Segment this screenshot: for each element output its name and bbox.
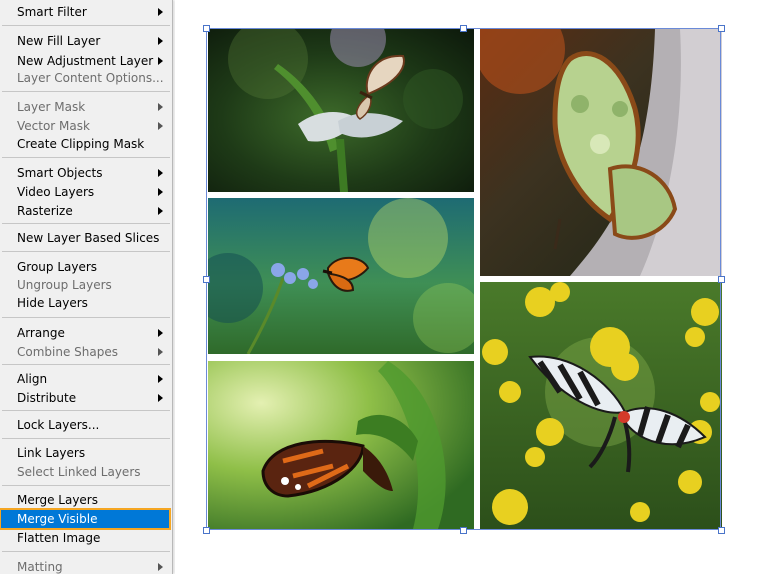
menu-separator [2,551,170,552]
menu-item-new-adjustment-layer[interactable]: New Adjustment Layer [0,52,172,70]
submenu-arrow-icon [158,394,163,402]
menu-separator [2,364,170,365]
orange-butterfly-blue-flowers-photo[interactable] [208,198,474,354]
transform-handle-middle-left[interactable] [203,276,210,283]
menu-separator [2,410,170,411]
submenu-arrow-icon [158,348,163,356]
menu-item-flatten-image[interactable]: Flatten Image [0,529,172,547]
menu-item-link-layers[interactable]: Link Layers [0,444,172,462]
menu-item-vector-mask[interactable]: Vector Mask [0,117,172,135]
menu-item-layer-content-options[interactable]: Layer Content Options... [0,69,172,87]
zebra-swallowtail-butterfly-photo[interactable] [480,282,722,529]
menu-item-ungroup-layers[interactable]: Ungroup Layers [0,276,172,294]
submenu-arrow-icon [158,122,163,130]
transform-handle-top-center[interactable] [460,25,467,32]
menu-item-matting[interactable]: Matting [0,558,172,574]
menu-item-create-clipping-mask[interactable]: Create Clipping Mask [0,135,172,153]
transform-handle-top-left[interactable] [203,25,210,32]
transform-handle-bottom-right[interactable] [718,527,725,534]
transform-handle-top-right[interactable] [718,25,725,32]
transform-handle-bottom-center[interactable] [460,527,467,534]
submenu-arrow-icon [158,188,163,196]
menu-separator [2,485,170,486]
menu-item-merge-layers[interactable]: Merge Layers [0,491,172,509]
transform-handle-middle-right[interactable] [718,276,725,283]
menu-separator [2,251,170,252]
menu-item-new-layer-based-slices[interactable]: New Layer Based Slices [0,229,172,247]
menu-item-align[interactable]: Align [0,370,172,388]
menu-item-lock-layers[interactable]: Lock Layers... [0,416,172,434]
malachite-butterfly-photo[interactable] [480,29,722,276]
submenu-arrow-icon [158,8,163,16]
menu-item-layer-mask[interactable]: Layer Mask [0,98,172,116]
submenu-arrow-icon [158,329,163,337]
menu-item-hide-layers[interactable]: Hide Layers [0,294,172,312]
menu-item-smart-objects[interactable]: Smart Objects [0,164,172,182]
menu-separator [2,438,170,439]
menu-item-rasterize[interactable]: Rasterize [0,202,172,220]
menu-item-merge-visible[interactable]: Merge Visible [0,508,171,530]
menu-item-combine-shapes[interactable]: Combine Shapes [0,343,172,361]
transform-handle-bottom-left[interactable] [203,527,210,534]
submenu-arrow-icon [158,375,163,383]
menu-item-smart-filter[interactable]: Smart Filter [0,3,172,21]
submenu-arrow-icon [158,207,163,215]
menu-separator [2,317,170,318]
menu-separator [2,223,170,224]
menu-item-new-fill-layer[interactable]: New Fill Layer [0,32,172,50]
menu-separator [2,25,170,26]
menu-item-select-linked-layers[interactable]: Select Linked Layers [0,463,172,481]
submenu-arrow-icon [158,103,163,111]
menu-separator [2,157,170,158]
submenu-arrow-icon [158,57,163,65]
menu-separator [2,91,170,92]
submenu-arrow-icon [158,37,163,45]
menu-item-distribute[interactable]: Distribute [0,389,172,407]
menu-item-group-layers[interactable]: Group Layers [0,258,172,276]
glasswing-butterfly-photo[interactable] [208,29,474,192]
submenu-arrow-icon [158,563,163,571]
orange-striped-butterfly-photo[interactable] [208,361,474,529]
submenu-arrow-icon [158,169,163,177]
menu-item-video-layers[interactable]: Video Layers [0,183,172,201]
menu-item-arrange[interactable]: Arrange [0,324,172,342]
layer-menu: Smart Filter New Fill Layer New Adjustme… [0,0,173,574]
